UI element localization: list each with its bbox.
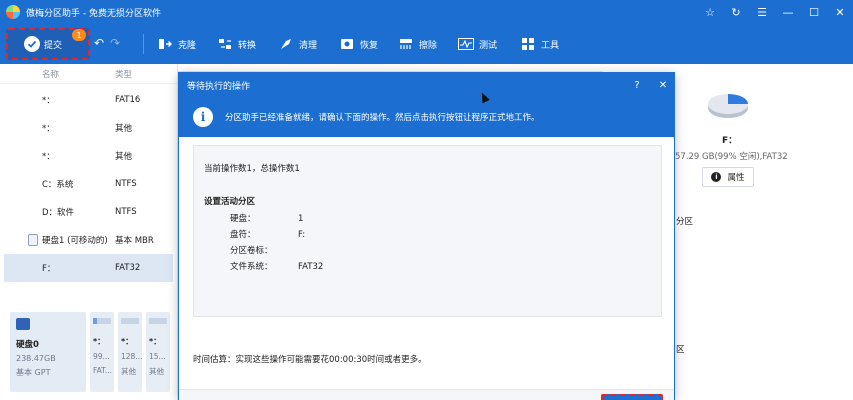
window-controls: ☆ ↻ ☰ — ☐ ✕ xyxy=(697,0,853,24)
window-title: 傲梅分区助手 - 免费无损分区软件 xyxy=(26,8,161,19)
undo-icon[interactable]: ↶ xyxy=(94,36,104,50)
partition-card[interactable]: *： 128... 其他 xyxy=(118,312,142,392)
undo-redo-group: ↶ ↷ xyxy=(94,36,120,50)
usage-bar xyxy=(149,318,167,324)
partition-details-panel xyxy=(675,64,853,400)
partition-list-header: 名称 类型 xyxy=(0,64,177,84)
clone-icon xyxy=(157,37,173,51)
tools-button[interactable]: 工具 xyxy=(520,32,559,56)
partition-card[interactable]: *： 99... FAT... xyxy=(90,312,114,392)
partition-row[interactable]: *： 其他 xyxy=(0,114,177,142)
partition-row[interactable]: *： FAT16 xyxy=(0,86,177,114)
disk-map: 硬盘0 238.47GB 基本 GPT *： 99... FAT... *： 1… xyxy=(10,312,170,392)
help-icon[interactable]: ? xyxy=(627,73,647,97)
menu-icon[interactable]: ☰ xyxy=(749,0,775,24)
clean-button[interactable]: 清理 xyxy=(278,32,317,56)
convert-icon xyxy=(217,37,233,51)
dialog-footer xyxy=(179,389,674,400)
usage-bar xyxy=(121,318,139,324)
operations-list: 当前操作数1，总操作数1 设置活动分区 硬盘： 1 盘符： F: 分区卷标： 文件系… xyxy=(193,145,662,317)
operation-count: 当前操作数1，总操作数1 xyxy=(204,164,300,174)
drive-size-text: 57.29 GB(99% 空闲),FAT32 xyxy=(675,152,788,162)
recover-icon xyxy=(339,37,355,51)
title-bar: 傲梅分区助手 - 免费无损分区软件 ☆ ↻ ☰ — ☐ ✕ xyxy=(0,0,853,24)
redo-icon[interactable]: ↷ xyxy=(110,36,120,50)
time-estimate-text: 时间估算：实现这些操作可能需要花00:00:30时间或者更多。 xyxy=(193,355,427,365)
refresh-icon[interactable]: ↻ xyxy=(723,0,749,24)
disk-row[interactable]: 硬盘1 (可移动的) 基本 MBR xyxy=(0,226,177,254)
drive-label: F： xyxy=(722,136,738,146)
hard-disk-icon xyxy=(16,318,30,330)
wipe-icon xyxy=(398,37,414,51)
toolbar-divider xyxy=(143,34,144,54)
partition-row[interactable]: D：软件 NTFS xyxy=(0,198,177,226)
detail-row: 硬盘： 1 xyxy=(230,214,304,224)
test-icon xyxy=(458,37,474,51)
operation-fragment[interactable]: 区 xyxy=(676,343,685,355)
properties-button[interactable]: i 属性 xyxy=(702,167,754,187)
convert-button[interactable]: 转换 xyxy=(217,32,256,56)
dialog-close-icon[interactable]: ✕ xyxy=(653,73,673,97)
detail-row: 分区卷标： xyxy=(230,246,273,256)
commit-button[interactable]: 提交 1 xyxy=(6,28,90,60)
operation-name[interactable]: 设置活动分区 xyxy=(204,195,255,207)
detail-row: 文件系统： FAT32 xyxy=(230,262,324,272)
column-header-strip xyxy=(178,64,603,72)
favorite-icon[interactable]: ☆ xyxy=(697,0,723,24)
dialog-info-text: 分区助手已经准备就绪，请确认下面的操作。然后点击执行按钮让程序正式地工作。 xyxy=(225,113,540,123)
tools-icon xyxy=(520,37,536,51)
commit-label: 提交 xyxy=(44,40,63,51)
partition-row-selected[interactable]: F： FAT32 xyxy=(4,254,173,282)
disk-usage-pie-icon xyxy=(708,94,748,118)
dialog-title: 等待执行的操作 xyxy=(187,81,251,92)
dialog-title-bar: 等待执行的操作 ? ✕ xyxy=(179,73,674,97)
partition-row[interactable]: *： 其他 xyxy=(0,142,177,170)
test-button[interactable]: 测试 xyxy=(458,32,497,56)
column-name-header[interactable]: 名称 xyxy=(42,68,115,80)
operation-fragment[interactable]: 分区 xyxy=(676,215,693,227)
recover-button[interactable]: 恢复 xyxy=(339,32,378,56)
info-icon: i xyxy=(711,172,722,182)
column-type-header[interactable]: 类型 xyxy=(115,68,132,80)
wipe-button[interactable]: 擦除 xyxy=(398,32,437,56)
maximize-button[interactable]: ☐ xyxy=(801,0,827,24)
minimize-button[interactable]: — xyxy=(775,0,801,24)
clone-button[interactable]: 克隆 xyxy=(157,32,196,56)
close-button[interactable]: ✕ xyxy=(827,0,853,24)
partition-row[interactable]: C：系统 NTFS xyxy=(0,170,177,198)
toolbar: 提交 1 ↶ ↷ 克隆 转换 清理 恢复 擦除 测试 工具 xyxy=(0,24,853,64)
pending-operations-dialog: 等待执行的操作 ? ✕ i 分区助手已经准备就绪，请确认下面的操作。然后点击执行… xyxy=(178,72,675,400)
partition-list-panel: 名称 类型 *： FAT16 *： 其他 *： 其他 C：系统 NTFS D：软件 NTF… xyxy=(0,64,178,400)
usage-bar xyxy=(93,318,111,324)
partition-card[interactable]: *： 15... 其他 xyxy=(146,312,170,392)
check-icon xyxy=(24,36,40,52)
clean-icon xyxy=(278,37,294,51)
removable-disk-icon xyxy=(28,234,38,246)
info-icon: i xyxy=(193,107,213,127)
detail-row: 盘符： F: xyxy=(230,230,306,240)
execute-button-highlight[interactable] xyxy=(601,394,663,400)
app-logo-icon xyxy=(6,5,20,19)
dialog-info-banner: i 分区助手已经准备就绪，请确认下面的操作。然后点击执行按钮让程序正式地工作。 xyxy=(179,97,674,137)
pending-count-badge: 1 xyxy=(72,29,86,41)
disk-card[interactable]: 硬盘0 238.47GB 基本 GPT xyxy=(10,312,86,392)
